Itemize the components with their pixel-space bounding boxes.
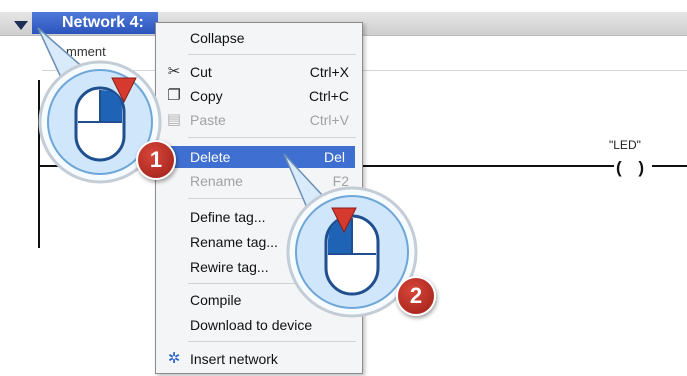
menu-separator xyxy=(188,137,356,138)
output-coil[interactable]: ( ) xyxy=(614,158,653,178)
menu-item-paste[interactable]: ▤ Paste Ctrl+V xyxy=(157,109,359,131)
menu-item-label: Paste xyxy=(190,112,226,128)
menu-item-insert-network[interactable]: ✲ Insert network xyxy=(157,348,359,370)
menu-item-collapse[interactable]: Collapse xyxy=(157,27,359,49)
menu-separator xyxy=(188,54,356,55)
menu-item-label: Collapse xyxy=(190,30,245,46)
step-badge-1: 1 xyxy=(136,140,176,180)
menu-item-shortcut: Ctrl+X xyxy=(309,64,349,80)
step-badge-2: 2 xyxy=(396,276,436,316)
menu-item-label: Compile xyxy=(190,292,242,308)
menu-item-label: Copy xyxy=(190,88,223,104)
menu-item-copy[interactable]: ❐ Copy Ctrl+C xyxy=(157,85,359,107)
insert-network-icon: ✲ xyxy=(167,350,181,367)
menu-item-label: Rename tag... xyxy=(190,234,278,250)
menu-item-shortcut: Ctrl+C xyxy=(308,88,349,104)
menu-item-label: Define tag... xyxy=(190,209,266,225)
menu-separator xyxy=(188,341,356,342)
menu-item-label: Rewire tag... xyxy=(190,259,269,275)
menu-item-label: Rename xyxy=(190,173,243,189)
callout-right-click: 1 xyxy=(28,22,178,192)
callout-left-click: 2 xyxy=(280,150,450,330)
menu-item-label: Cut xyxy=(190,64,212,80)
menu-item-label: Delete xyxy=(190,149,231,165)
menu-item-label: Insert network xyxy=(190,351,278,367)
collapse-triangle-icon[interactable] xyxy=(14,21,28,30)
menu-item-cut[interactable]: ✂ Cut Ctrl+X xyxy=(157,61,359,83)
coil-tag-label[interactable]: "LED" xyxy=(609,138,641,152)
menu-item-shortcut: Ctrl+V xyxy=(309,112,349,128)
